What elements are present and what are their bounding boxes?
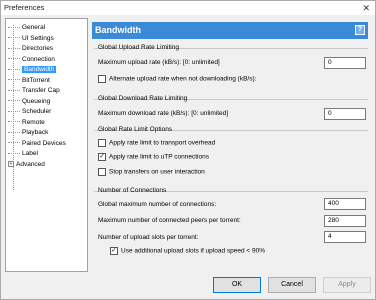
stop-transfers-row[interactable]: Stop transfers on user interaction xyxy=(98,168,205,178)
max-upload-input[interactable]: 0 xyxy=(324,57,366,69)
tree-item-advanced[interactable]: + Advanced xyxy=(8,160,86,170)
utp-checkbox[interactable]: ✓ xyxy=(98,153,106,161)
tree-item-directories[interactable]: Directories xyxy=(8,44,86,54)
max-upload-label: Maximum upload rate (kB/s): [0: unlimite… xyxy=(98,59,220,66)
tree-item-label: Connection xyxy=(22,55,55,63)
alt-upload-row[interactable]: Alternate upload rate when not downloadi… xyxy=(98,75,256,85)
transport-overhead-row[interactable]: Apply rate limit to transport overhead xyxy=(98,139,215,149)
tree-item-ui-settings[interactable]: UI Settings xyxy=(8,34,86,44)
utp-row[interactable]: ✓ Apply rate limit to uTP connections xyxy=(98,153,209,163)
category-tree: General UI Settings Directories Connecti… xyxy=(5,18,88,272)
window-title: Preferences xyxy=(4,3,45,12)
global-max-connections-label: Global maximum number of connections: xyxy=(98,201,217,208)
options-section-title: Global Rate Limit Options xyxy=(98,126,173,133)
title-bar[interactable]: Preferences ✕ xyxy=(1,1,375,15)
tree-item-label-category[interactable]: Label xyxy=(8,149,86,159)
tree-item-bandwidth[interactable]: Bandwidth xyxy=(8,65,86,75)
upload-slots-label: Number of upload slots per torrent: xyxy=(98,234,199,241)
tree-item-queueing[interactable]: Queueing xyxy=(8,97,86,107)
tree-item-label: Bandwidth xyxy=(22,66,57,73)
peers-per-torrent-label: Maximum number of connected peers per to… xyxy=(98,217,241,224)
alt-upload-checkbox[interactable] xyxy=(98,75,106,83)
cancel-button[interactable]: Cancel xyxy=(268,277,316,293)
tree-item-transfer-cap[interactable]: Transfer Cap xyxy=(8,86,86,96)
panel-title: Bandwidth xyxy=(95,25,141,35)
download-section-title: Global Download Rate Limiting xyxy=(98,95,188,102)
alt-upload-label: Alternate upload rate when not downloadi… xyxy=(109,75,257,83)
max-download-label: Maximum download rate (kB/s): [0: unlimi… xyxy=(98,110,229,117)
utp-label: Apply rate limit to uTP connections xyxy=(109,153,209,161)
tree-item-paired-devices[interactable]: Paired Devices xyxy=(8,139,86,149)
tree-item-remote[interactable]: Remote xyxy=(8,118,86,128)
close-icon[interactable]: ✕ xyxy=(362,2,370,14)
tree-item-label: Queueing xyxy=(22,97,51,105)
tree-item-label: Scheduler xyxy=(22,108,52,115)
help-icon[interactable]: ? xyxy=(355,25,365,35)
tree-item-label: Paired Devices xyxy=(22,139,66,147)
additional-slots-label: Use additional upload slots if upload sp… xyxy=(121,247,266,255)
preferences-window: Preferences ✕ General UI Settings Direct… xyxy=(0,0,376,300)
max-download-input[interactable]: 0 xyxy=(324,108,366,120)
bandwidth-panel: Bandwidth ? Global Upload Rate Limiting … xyxy=(92,18,373,272)
expand-icon[interactable]: + xyxy=(8,160,14,167)
tree-item-label: UI Settings xyxy=(22,34,54,42)
tree-item-connection[interactable]: Connection xyxy=(8,55,86,65)
upload-slots-input[interactable]: 4 xyxy=(324,231,366,243)
tree-item-label: Transfer Cap xyxy=(22,87,60,94)
tree-item-scheduler[interactable]: Scheduler xyxy=(8,107,86,117)
tree-item-label: Advanced xyxy=(16,160,45,168)
transport-overhead-label: Apply rate limit to transport overhead xyxy=(109,139,216,147)
transport-overhead-checkbox[interactable] xyxy=(98,139,106,147)
tree-item-label: BitTorrent xyxy=(22,76,50,84)
tree-item-general[interactable]: General xyxy=(8,23,86,33)
stop-transfers-label: Stop transfers on user interaction xyxy=(109,168,205,176)
connections-section-title: Number of Connections xyxy=(98,187,167,194)
apply-button[interactable]: Apply xyxy=(323,277,371,293)
ok-button[interactable]: OK xyxy=(213,277,261,293)
peers-per-torrent-input[interactable]: 280 xyxy=(324,215,366,227)
tree-item-label: Directories xyxy=(22,45,54,52)
global-max-connections-input[interactable]: 400 xyxy=(324,198,366,210)
stop-transfers-checkbox[interactable] xyxy=(98,168,106,176)
tree-item-playback[interactable]: Playback xyxy=(8,128,86,138)
upload-section-title: Global Upload Rate Limiting xyxy=(98,44,179,51)
additional-slots-row[interactable]: ✓ Use additional upload slots if upload s… xyxy=(110,247,265,257)
panel-header: Bandwidth ? xyxy=(92,22,368,39)
tree-item-label: Label xyxy=(22,150,38,157)
tree-item-label: Playback xyxy=(22,129,49,136)
tree-item-label: General xyxy=(22,24,46,31)
tree-item-label: Remote xyxy=(22,118,45,126)
tree-item-bittorrent[interactable]: BitTorrent xyxy=(8,76,86,86)
additional-slots-checkbox[interactable]: ✓ xyxy=(110,247,118,255)
